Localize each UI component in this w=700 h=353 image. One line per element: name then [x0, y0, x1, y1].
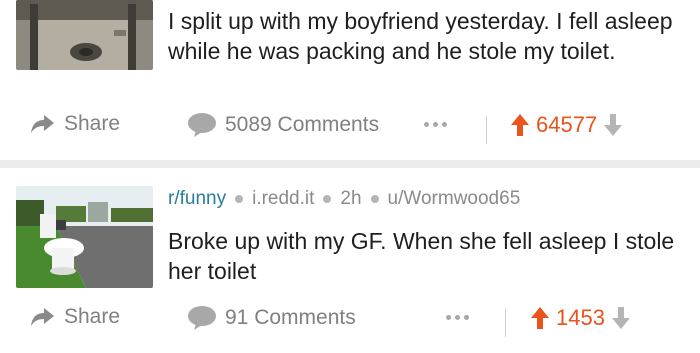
comments-button[interactable]: 5089 Comments: [187, 112, 379, 138]
post-age: 2h: [340, 188, 362, 209]
share-button[interactable]: Share: [30, 305, 120, 329]
vote-controls: 1453: [530, 305, 631, 331]
author-link[interactable]: u/Wormwood65: [388, 188, 521, 210]
post-card-2[interactable]: r/funny i.redd.it 2h u/Wormwood65 Broke …: [0, 168, 700, 353]
more-dots-icon[interactable]: [424, 122, 451, 127]
post-action-bar: Share 91 Comments 1453: [0, 305, 700, 345]
score: 1453: [556, 305, 605, 330]
post-meta: r/funny i.redd.it 2h u/Wormwood65: [168, 188, 520, 210]
comment-bubble-icon: [188, 113, 216, 137]
post-card-1[interactable]: I split up with my boyfriend yesterday. …: [0, 0, 700, 160]
upvote-arrow-icon[interactable]: [510, 113, 530, 137]
divider: [486, 116, 487, 144]
comments-count: 91 Comments: [225, 306, 356, 329]
post-divider: [0, 160, 700, 168]
share-label: Share: [64, 305, 121, 328]
share-arrow-icon: [31, 308, 54, 326]
meta-dot: [370, 195, 379, 203]
post-title[interactable]: Broke up with my GF. When she fell aslee…: [168, 226, 688, 286]
meta-dot: [235, 195, 244, 203]
vote-controls: 64577: [510, 112, 623, 138]
more-dots-icon[interactable]: [446, 315, 473, 320]
post-thumbnail[interactable]: [16, 186, 153, 288]
comment-bubble-icon: [188, 306, 216, 330]
subreddit-link[interactable]: r/funny: [168, 188, 226, 210]
comments-button[interactable]: 91 Comments: [187, 305, 356, 331]
comments-count: 5089 Comments: [225, 113, 380, 136]
downvote-arrow-icon[interactable]: [611, 306, 631, 330]
post-thumbnail[interactable]: [16, 0, 153, 70]
share-arrow-icon: [31, 115, 54, 133]
meta-dot: [323, 195, 332, 203]
share-label: Share: [64, 112, 121, 135]
post-domain[interactable]: i.redd.it: [252, 188, 314, 210]
upvote-arrow-icon[interactable]: [530, 306, 550, 330]
downvote-arrow-icon[interactable]: [603, 113, 623, 137]
score: 64577: [536, 112, 598, 137]
divider: [505, 309, 506, 337]
share-button[interactable]: Share: [30, 112, 120, 136]
post-action-bar: Share 5089 Comments 64577: [0, 112, 700, 152]
post-title[interactable]: I split up with my boyfriend yesterday. …: [168, 6, 688, 66]
